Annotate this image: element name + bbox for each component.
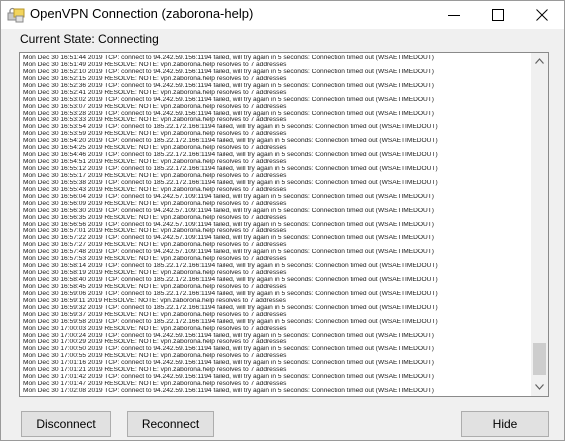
- log-line: Mon Dec 30 16:55:12 2019 TCP: connect to…: [23, 166, 438, 172]
- log-line: Mon Dec 30 16:53:02 2019 TCP: connect to…: [23, 96, 434, 103]
- log-line: Mon Dec 30 17:00:24 2019 TCP: connect to…: [23, 332, 434, 339]
- log-line: Mon Dec 30 16:59:58 2019 TCP: connect to…: [23, 318, 438, 325]
- hide-button[interactable]: Hide: [461, 411, 549, 437]
- log-line: Mon Dec 30 16:57:53 2019 RESOLVE: NOTE: …: [23, 256, 287, 263]
- scroll-down-button[interactable]: [531, 379, 548, 396]
- log-line: Mon Dec 30 17:00:29 2019 RESOLVE: NOTE: …: [23, 339, 287, 346]
- log-line: Mon Dec 30 16:57:48 2019 TCP: connect to…: [23, 249, 434, 256]
- log-line: Mon Dec 30 16:53:54 2019 TCP: connect to…: [23, 124, 438, 131]
- window-title: OpenVPN Connection (zaborona-help): [30, 6, 254, 21]
- log-line: Mon Dec 30 16:59:11 2019 RESOLVE: NOTE: …: [23, 297, 286, 304]
- log-line: Mon Dec 30 16:58:19 2019 RESOLVE: NOTE: …: [23, 270, 287, 277]
- log-line: Mon Dec 30 16:59:06 2019 TCP: connect to…: [23, 290, 438, 297]
- scroll-thumb[interactable]: [533, 343, 546, 375]
- log-line: Mon Dec 30 16:51:49 2019 RESOLVE: NOTE: …: [23, 61, 287, 68]
- log-line: Mon Dec 30 17:01:16 2019 TCP: connect to…: [23, 360, 434, 367]
- current-state-label: Current State: Connecting: [20, 32, 159, 46]
- log-line: Mon Dec 30 16:56:35 2019 RESOLVE: NOTE: …: [23, 214, 287, 221]
- log-line: Mon Dec 30 16:57:22 2019 TCP: connect to…: [23, 235, 434, 242]
- log-line: Mon Dec 30 16:56:04 2019 TCP: connect to…: [23, 193, 434, 200]
- log-lines: Mon Dec 30 16:51:44 2019 TCP: connect to…: [23, 55, 531, 396]
- log-line: Mon Dec 30 16:55:38 2019 TCP: connect to…: [23, 179, 438, 186]
- openvpn-app-icon: [7, 6, 25, 24]
- minimize-icon: [448, 15, 460, 16]
- log-line: Mon Dec 30 16:59:32 2019 TCP: connect to…: [23, 304, 438, 311]
- close-icon: [536, 9, 548, 21]
- log-line: Mon Dec 30 16:57:27 2019 RESOLVE: NOTE: …: [23, 242, 287, 249]
- log-line: Mon Dec 30 16:56:09 2019 RESOLVE: NOTE: …: [23, 200, 287, 207]
- log-line: Mon Dec 30 16:59:37 2019 RESOLVE: NOTE: …: [23, 311, 287, 318]
- log-line: Mon Dec 30 16:56:56 2019 TCP: connect to…: [23, 221, 434, 228]
- log-line: Mon Dec 30 16:56:30 2019 TCP: connect to…: [23, 207, 434, 214]
- log-line: Mon Dec 30 16:52:10 2019 TCP: connect to…: [23, 68, 434, 75]
- chevron-up-icon: [535, 58, 544, 64]
- log-line: Mon Dec 30 16:54:46 2019 TCP: connect to…: [23, 152, 438, 159]
- log-line: Mon Dec 30 17:01:21 2019 RESOLVE: NOTE: …: [23, 367, 287, 374]
- title-bar[interactable]: OpenVPN Connection (zaborona-help): [1, 1, 564, 29]
- connection-log[interactable]: Mon Dec 30 16:51:44 2019 TCP: connect to…: [19, 52, 549, 397]
- log-line: Mon Dec 30 17:00:03 2019 RESOLVE: NOTE: …: [23, 325, 287, 332]
- log-line: Mon Dec 30 16:54:20 2019 TCP: connect to…: [23, 138, 438, 145]
- log-line: Mon Dec 30 16:52:36 2019 TCP: connect to…: [23, 82, 434, 89]
- openvpn-connection-window: OpenVPN Connection (zaborona-help) Curre…: [0, 0, 565, 441]
- reconnect-button[interactable]: Reconnect: [127, 411, 214, 437]
- log-line: Mon Dec 30 16:53:28 2019 TCP: connect to…: [23, 110, 434, 117]
- chevron-down-icon: [535, 384, 544, 390]
- log-line: Mon Dec 30 16:51:44 2019 TCP: connect to…: [23, 55, 434, 61]
- log-line: Mon Dec 30 16:58:14 2019 TCP: connect to…: [23, 263, 438, 270]
- log-line: Mon Dec 30 16:57:01 2019 RESOLVE: NOTE: …: [23, 228, 287, 235]
- disconnect-button[interactable]: Disconnect: [21, 411, 111, 437]
- maximize-button[interactable]: [477, 1, 519, 29]
- minimize-button[interactable]: [433, 1, 475, 29]
- log-line: Mon Dec 30 16:52:41 2019 RESOLVE: NOTE: …: [23, 89, 287, 96]
- scroll-up-button[interactable]: [531, 53, 548, 70]
- log-line: Mon Dec 30 16:53:07 2019 RESOLVE: NOTE: …: [23, 103, 287, 110]
- log-line: Mon Dec 30 17:01:42 2019 TCP: connect to…: [23, 374, 434, 381]
- log-line: Mon Dec 30 16:52:15 2019 RESOLVE: NOTE: …: [23, 75, 287, 82]
- log-line: Mon Dec 30 16:55:43 2019 RESOLVE: NOTE: …: [23, 186, 287, 193]
- close-button[interactable]: [521, 1, 563, 29]
- log-line: Mon Dec 30 16:58:45 2019 RESOLVE: NOTE: …: [23, 283, 287, 290]
- log-line: Mon Dec 30 16:54:25 2019 RESOLVE: NOTE: …: [23, 145, 287, 152]
- log-line: Mon Dec 30 17:01:47 2019 RESOLVE: NOTE: …: [23, 381, 287, 388]
- log-scrollbar[interactable]: [531, 53, 548, 396]
- log-line: Mon Dec 30 16:53:33 2019 RESOLVE: NOTE: …: [23, 117, 287, 124]
- log-line: Mon Dec 30 17:02:08 2019 TCP: connect to…: [23, 388, 434, 394]
- log-line: Mon Dec 30 16:54:51 2019 RESOLVE: NOTE: …: [23, 159, 287, 166]
- log-line: Mon Dec 30 17:00:55 2019 RESOLVE: NOTE: …: [23, 353, 287, 360]
- maximize-icon: [492, 9, 504, 21]
- log-line: Mon Dec 30 16:53:59 2019 RESOLVE: NOTE: …: [23, 131, 287, 138]
- log-line: Mon Dec 30 17:00:50 2019 TCP: connect to…: [23, 346, 434, 353]
- log-line: Mon Dec 30 16:58:40 2019 TCP: connect to…: [23, 277, 438, 283]
- log-line: Mon Dec 30 16:55:17 2019 RESOLVE: NOTE: …: [23, 172, 287, 179]
